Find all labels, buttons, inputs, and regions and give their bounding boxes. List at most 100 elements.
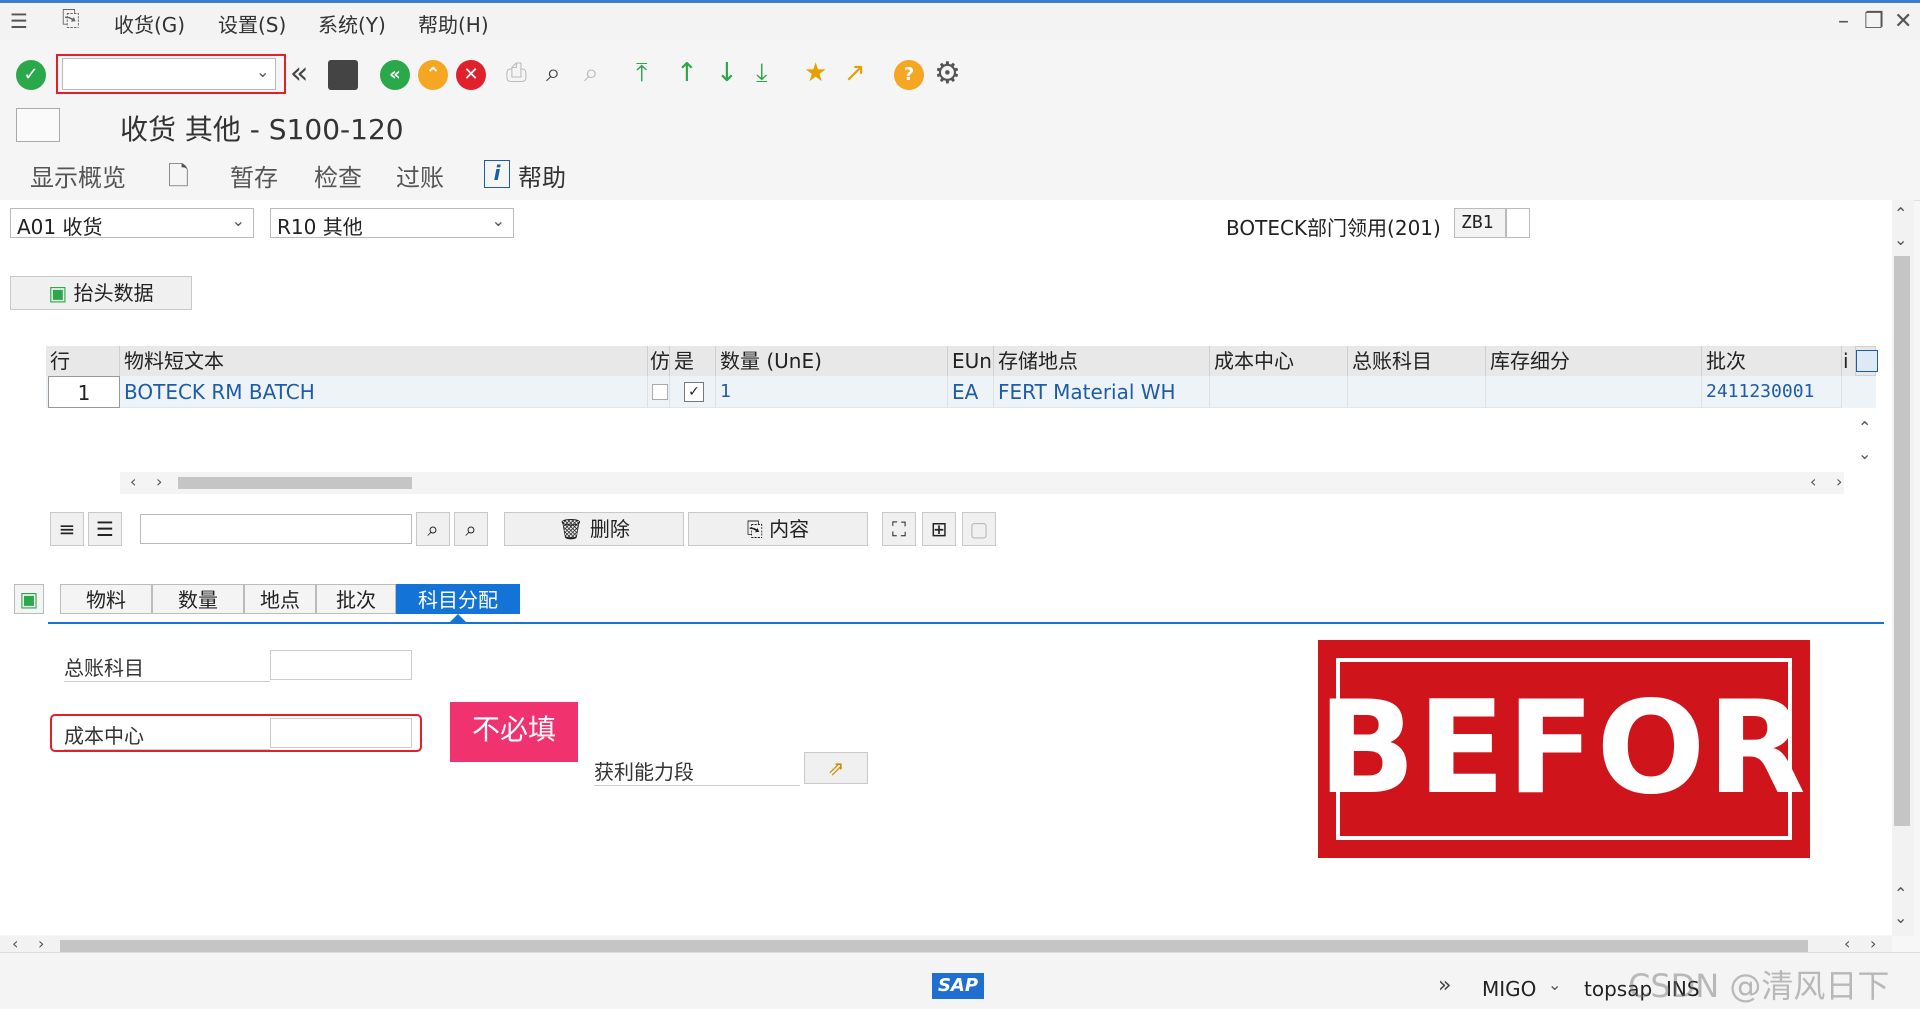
column-header-batch[interactable]: 批次 <box>1702 346 1842 376</box>
column-header-gl-account[interactable]: 总账科目 <box>1348 346 1486 376</box>
batch-cell[interactable]: 2411230001 <box>1702 376 1842 408</box>
delete-button[interactable]: 🗑 删除 <box>504 512 684 546</box>
scroll-down-icon[interactable]: ⌄ <box>1894 908 1907 927</box>
scroll-up-icon[interactable]: ⌃ <box>1894 204 1907 223</box>
cost-center-cell[interactable] <box>1210 376 1348 408</box>
new-document-icon[interactable]: 🗋 <box>168 158 189 202</box>
screen-menu-icon[interactable] <box>16 108 60 142</box>
confirm-icon[interactable]: ✓ <box>16 60 46 90</box>
column-settings-icon[interactable] <box>1856 350 1878 372</box>
app-menu-icon[interactable]: ☰ <box>10 9 28 33</box>
menu-goods-receipt[interactable]: 收货(G) <box>114 9 185 38</box>
movement-code-field[interactable]: ZB1 <box>1454 208 1506 238</box>
scroll-right-icon[interactable]: › <box>1870 934 1876 953</box>
horizontal-scroll-thumb[interactable] <box>60 940 1808 952</box>
column-header-flag[interactable]: 仿 <box>648 346 670 376</box>
chevron-down-icon[interactable]: ⌄ <box>256 62 269 81</box>
scroll-down-icon[interactable]: ⌄ <box>1858 444 1871 463</box>
material-cell[interactable]: BOTECK RM BATCH <box>120 376 648 408</box>
info-icon[interactable]: i <box>484 160 510 188</box>
back-icon[interactable]: « <box>380 60 410 90</box>
scroll-left-icon[interactable]: ‹ <box>1810 472 1816 491</box>
menu-system[interactable]: 系统(Y) <box>318 9 386 38</box>
gl-account-cell[interactable] <box>1348 376 1486 408</box>
scroll-up-icon[interactable]: ⌃ <box>1894 884 1907 903</box>
column-header-ok[interactable]: 是 <box>670 346 716 376</box>
exit-icon[interactable]: ⌃ <box>418 60 448 90</box>
column-header-unit[interactable]: EUn <box>948 346 994 376</box>
restore-icon[interactable]: ❐ <box>1864 9 1884 34</box>
action-dropdown[interactable]: A01 收货 ⌄ <box>10 208 254 239</box>
table-row[interactable] <box>46 440 1844 470</box>
column-header-material[interactable]: 物料短文本 <box>120 346 648 376</box>
print-icon[interactable]: ⎙ <box>506 58 527 89</box>
header-data-button[interactable]: ▣ 抬头数据 <box>10 276 192 310</box>
post-button[interactable]: 过账 <box>396 158 444 193</box>
scroll-left-icon[interactable]: ‹ <box>1844 934 1850 953</box>
scroll-left-icon[interactable]: ‹ <box>130 472 136 491</box>
check-button[interactable]: 检查 <box>314 158 362 193</box>
flag-checkbox[interactable] <box>652 384 668 400</box>
scroll-down-icon[interactable]: ⌄ <box>1894 230 1907 249</box>
movement-extra-field[interactable] <box>1506 208 1530 238</box>
scroll-left-icon[interactable]: ‹ <box>12 934 18 953</box>
save-icon[interactable] <box>328 60 358 90</box>
command-field[interactable] <box>62 58 276 90</box>
unit-cell[interactable]: EA <box>948 376 994 408</box>
item-ok-checkbox[interactable]: ✓ <box>684 382 704 402</box>
vertical-scroll-thumb[interactable] <box>1894 256 1910 826</box>
cost-center-input[interactable] <box>270 718 412 748</box>
storage-location-cell[interactable]: FERT Material WH <box>994 376 1210 408</box>
filter-icon[interactable]: ☰ <box>88 512 122 546</box>
flag-cell[interactable] <box>648 376 670 408</box>
gl-account-input[interactable] <box>270 650 412 680</box>
tab-material[interactable]: 物料 <box>60 584 152 614</box>
cancel-icon[interactable]: ✕ <box>456 60 486 90</box>
hold-button[interactable]: 暂存 <box>230 158 278 193</box>
column-header-storage-location[interactable]: 存储地点 <box>994 346 1210 376</box>
column-header-stock-segment[interactable]: 库存细分 <box>1486 346 1702 376</box>
fullscreen-icon[interactable]: ⛶ <box>882 512 916 546</box>
close-window-icon[interactable]: ✕ <box>1894 9 1912 34</box>
shortcut-icon[interactable]: ↗ <box>844 58 866 88</box>
scroll-thumb[interactable] <box>178 477 412 489</box>
content-button[interactable]: ⎘ 内容 <box>688 512 868 546</box>
find-next-icon[interactable]: ⌕ <box>454 512 488 546</box>
hierarchy-icon[interactable]: ⊞ <box>922 512 956 546</box>
tab-where[interactable]: 地点 <box>244 584 316 614</box>
find-icon[interactable]: ⌕ <box>546 58 561 89</box>
minimize-icon[interactable]: – <box>1838 9 1849 34</box>
column-header-line[interactable]: 行 <box>46 346 120 376</box>
next-page-icon[interactable]: ↓ <box>716 58 738 88</box>
column-header-info[interactable]: i <box>1842 346 1856 376</box>
quantity-cell[interactable]: 1 <box>716 376 948 408</box>
stock-segment-cell[interactable] <box>1486 376 1702 408</box>
history-back-icon[interactable]: « <box>290 56 308 91</box>
help-button[interactable]: 帮助 <box>518 158 566 193</box>
collapse-detail-icon[interactable]: ▣ <box>14 584 44 614</box>
help-icon[interactable]: ? <box>894 60 924 90</box>
tab-account-assignment[interactable]: 科目分配 <box>396 584 520 614</box>
last-page-icon[interactable]: ⤓ <box>756 58 768 89</box>
profitability-segment-button[interactable]: ⇗ <box>804 752 868 784</box>
tab-batch[interactable]: 批次 <box>316 584 396 614</box>
disabled-tool-icon[interactable]: ▢ <box>962 512 996 546</box>
scroll-up-icon[interactable]: ⌃ <box>1858 418 1871 437</box>
align-top-icon[interactable]: ≡ <box>50 512 84 546</box>
scroll-right-icon[interactable]: › <box>1836 472 1842 491</box>
find-icon[interactable]: ⌕ <box>416 512 450 546</box>
show-overview-button[interactable]: 显示概览 <box>30 158 126 193</box>
table-row[interactable] <box>46 408 1844 441</box>
line-number-cell[interactable]: 1 <box>48 376 120 408</box>
reference-dropdown[interactable]: R10 其他 ⌄ <box>270 208 514 239</box>
previous-page-icon[interactable]: ↑ <box>676 58 698 88</box>
scroll-right-icon[interactable]: › <box>156 472 162 491</box>
column-header-cost-center[interactable]: 成本中心 <box>1210 346 1348 376</box>
menu-settings[interactable]: 设置(S) <box>218 9 286 38</box>
chevron-down-icon[interactable]: ⌄ <box>1548 975 1561 994</box>
create-session-icon[interactable]: ★ <box>804 58 827 88</box>
layout-menu-icon[interactable]: ⎘ <box>62 7 80 32</box>
grid-search-input[interactable] <box>140 514 412 544</box>
column-header-quantity[interactable]: 数量 (UnE) <box>716 346 948 376</box>
gear-icon[interactable]: ⚙ <box>934 56 961 91</box>
